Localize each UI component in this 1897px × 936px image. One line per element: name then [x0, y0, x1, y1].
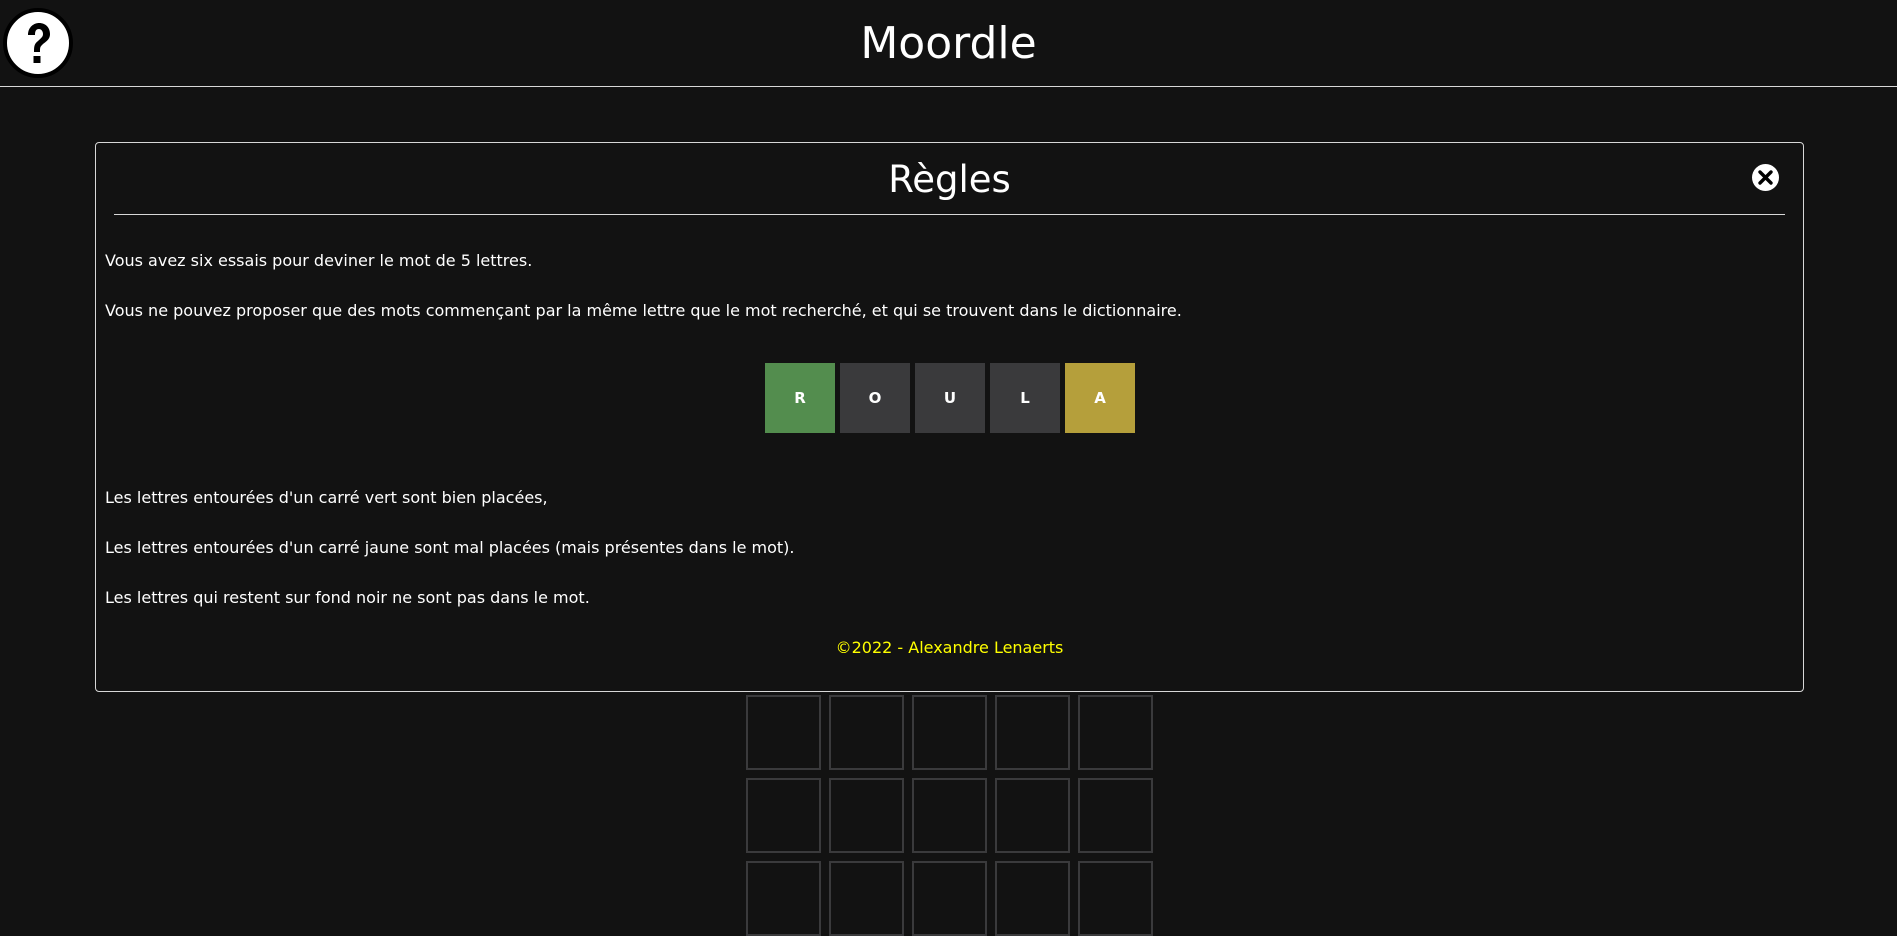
- app-title: Moordle: [860, 18, 1037, 69]
- rule-text-yellow: Les lettres entourées d'un carré jaune s…: [105, 538, 795, 557]
- board-cell: [1078, 695, 1153, 770]
- copyright-footer: ©2022 - Alexandre Lenaerts: [835, 638, 1064, 657]
- board-cell: [1078, 778, 1153, 853]
- example-tile-absent: O: [840, 363, 910, 433]
- board-cell: [995, 695, 1070, 770]
- rule-text-black: Les lettres qui restent sur fond noir ne…: [105, 588, 590, 607]
- example-tile-present: A: [1065, 363, 1135, 433]
- board-cell: [995, 861, 1070, 936]
- board-cell: [912, 695, 987, 770]
- example-tile-absent: L: [990, 363, 1060, 433]
- app-header: Moordle: [0, 0, 1897, 87]
- rule-text-green: Les lettres entourées d'un carré vert so…: [105, 488, 548, 507]
- modal-title: Règles: [888, 158, 1011, 201]
- example-tile-correct: R: [765, 363, 835, 433]
- board-cell: [912, 861, 987, 936]
- board-cell: [746, 778, 821, 853]
- modal-divider: [114, 214, 1785, 215]
- board-cell: [829, 861, 904, 936]
- game-board: [746, 695, 1153, 936]
- rule-text-dictionary: Vous ne pouvez proposer que des mots com…: [105, 301, 1182, 320]
- board-cell: [829, 695, 904, 770]
- board-cell: [995, 778, 1070, 853]
- board-cell: [746, 695, 821, 770]
- close-icon: [1758, 170, 1773, 185]
- example-word: ROULA: [765, 363, 1135, 433]
- example-tile-absent: U: [915, 363, 985, 433]
- board-cell: [829, 778, 904, 853]
- rule-text-tries: Vous avez six essais pour deviner le mot…: [105, 251, 533, 270]
- board-cell: [912, 778, 987, 853]
- board-cell: [746, 861, 821, 936]
- board-cell: [1078, 861, 1153, 936]
- rules-modal: Règles Vous avez six essais pour deviner…: [95, 142, 1804, 692]
- close-button[interactable]: [1752, 164, 1779, 191]
